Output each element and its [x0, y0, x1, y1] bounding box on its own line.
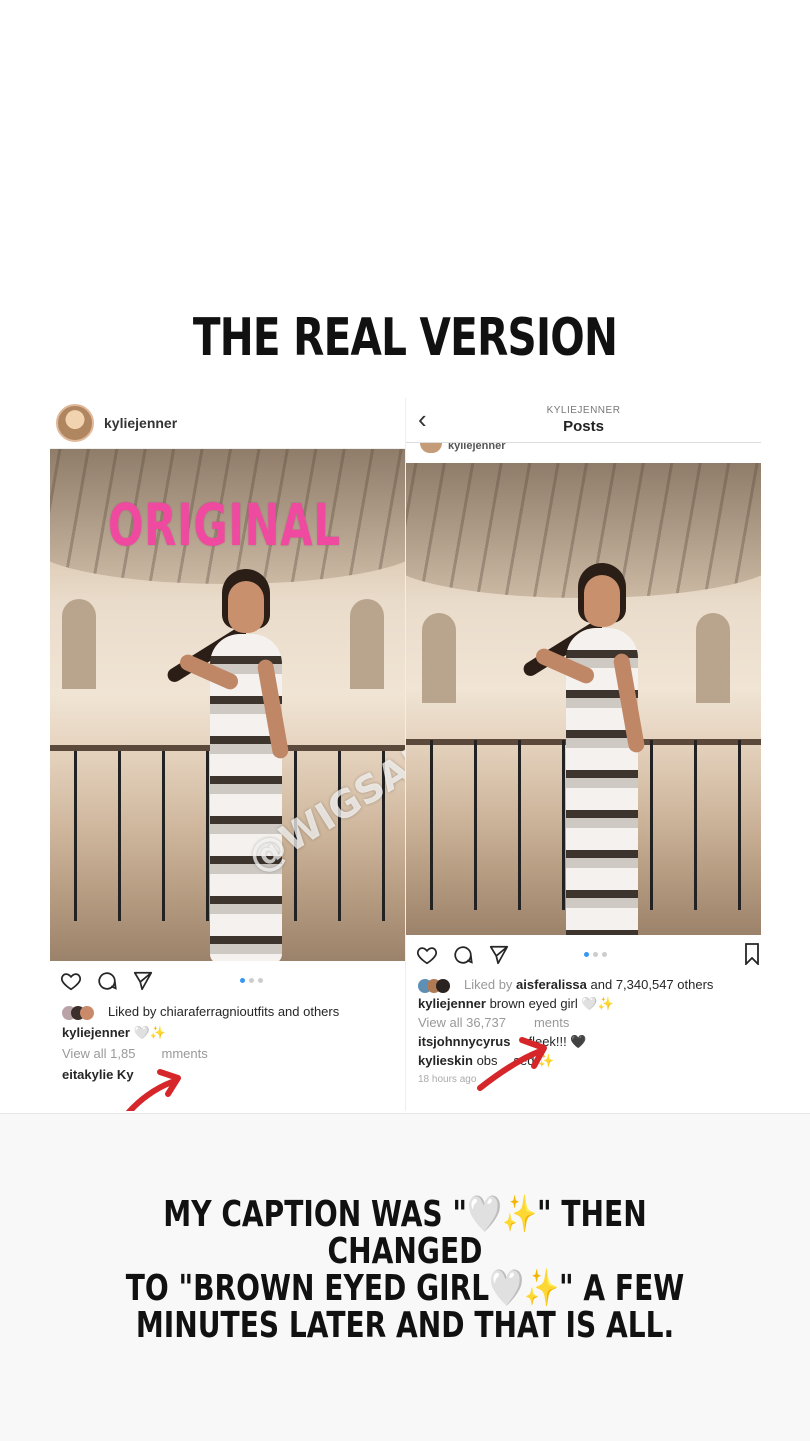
comment-icon[interactable]: [96, 970, 118, 992]
caption-row: kyliejenner 🤍✨: [62, 1022, 405, 1043]
caption-row: kyliejenner brown eyed girl 🤍✨: [418, 994, 761, 1013]
comment-row: eitakylie Ky: [62, 1064, 405, 1085]
post-photo: [406, 463, 761, 935]
post-meta: Liked by chiaraferragnioutfits and other…: [50, 1001, 405, 1085]
liked-by-avatars: [418, 978, 458, 993]
post-photo: ORIGINAL @WIGSANDTEA: [50, 449, 405, 961]
posts-nav-bar: ‹ KYLIEJENNER Posts: [406, 398, 761, 443]
story-title: THE REAL VERSION: [192, 308, 618, 368]
original-label-overlay: ORIGINAL: [108, 491, 341, 559]
liked-by-count: and 7,340,547 others: [590, 977, 714, 992]
liked-by-prefix: Liked by: [464, 977, 513, 992]
caption-text: 🤍✨: [133, 1025, 166, 1040]
post-header: kyliejenner: [50, 398, 405, 449]
liked-by-user[interactable]: aisferalissa: [516, 977, 587, 992]
post-timestamp: 18 hours ago: [418, 1074, 477, 1085]
avatar[interactable]: [420, 443, 442, 453]
background-arch: [422, 613, 456, 703]
action-row: [50, 961, 405, 1001]
caption-username[interactable]: kyliejenner: [418, 996, 486, 1011]
share-icon[interactable]: [132, 970, 154, 992]
heart-icon[interactable]: [416, 944, 438, 966]
person-figure: [164, 569, 320, 961]
comment-username[interactable]: kylieskin: [418, 1053, 473, 1068]
view-comments-link[interactable]: View all 1,85 mments: [62, 1043, 405, 1064]
avatar[interactable]: [56, 404, 94, 442]
liked-by-text: Liked by chiaraferragnioutfits and other…: [108, 1004, 340, 1019]
comment-icon[interactable]: [452, 944, 474, 966]
background-arch: [350, 599, 384, 689]
background-arch: [696, 613, 730, 703]
cutoff-post-header: kyliejenner: [406, 443, 761, 463]
background-arch: [62, 599, 96, 689]
original-post-screenshot: kyliejenner ORIGINAL @WIGSANDTEA Liked b…: [50, 398, 405, 1111]
nav-account-label: KYLIEJENNER: [546, 405, 621, 416]
bookmark-icon[interactable]: [745, 943, 759, 965]
nav-title: Posts: [563, 418, 604, 435]
post-username[interactable]: kyliejenner: [104, 415, 177, 431]
red-arrow-annotation: [125, 1069, 181, 1111]
edited-post-screenshot: ‹ KYLIEJENNER Posts kyliejenner Liked by…: [405, 398, 761, 1111]
action-row: [406, 935, 761, 975]
person-figure: [520, 563, 676, 935]
liked-by-row[interactable]: Liked by aisferalissa and 7,340,547 othe…: [418, 975, 761, 994]
story-caption: MY CAPTION WAS "🤍✨" THEN CHANGED TO "BRO…: [125, 1194, 685, 1346]
comment-row: kylieskin obs sed ✨: [418, 1053, 555, 1068]
caption-text: brown eyed girl 🤍✨: [489, 996, 614, 1011]
liked-by-avatars: [62, 1005, 102, 1020]
share-icon[interactable]: [488, 944, 510, 966]
heart-icon[interactable]: [60, 970, 82, 992]
liked-by-row[interactable]: Liked by chiaraferragnioutfits and other…: [62, 1001, 405, 1022]
post-username[interactable]: kyliejenner: [448, 443, 505, 452]
view-comments-link[interactable]: View all 36,737 ments: [418, 1013, 761, 1032]
caption-username[interactable]: kyliejenner: [62, 1025, 130, 1040]
red-arrow-annotation: [477, 1037, 547, 1091]
comment-row: itsjohnnycyrus fleek!!! 🖤: [418, 1032, 761, 1051]
carousel-indicator: [240, 978, 263, 983]
carousel-indicator: [584, 952, 607, 957]
post-meta: Liked by aisferalissa and 7,340,547 othe…: [406, 975, 761, 1089]
